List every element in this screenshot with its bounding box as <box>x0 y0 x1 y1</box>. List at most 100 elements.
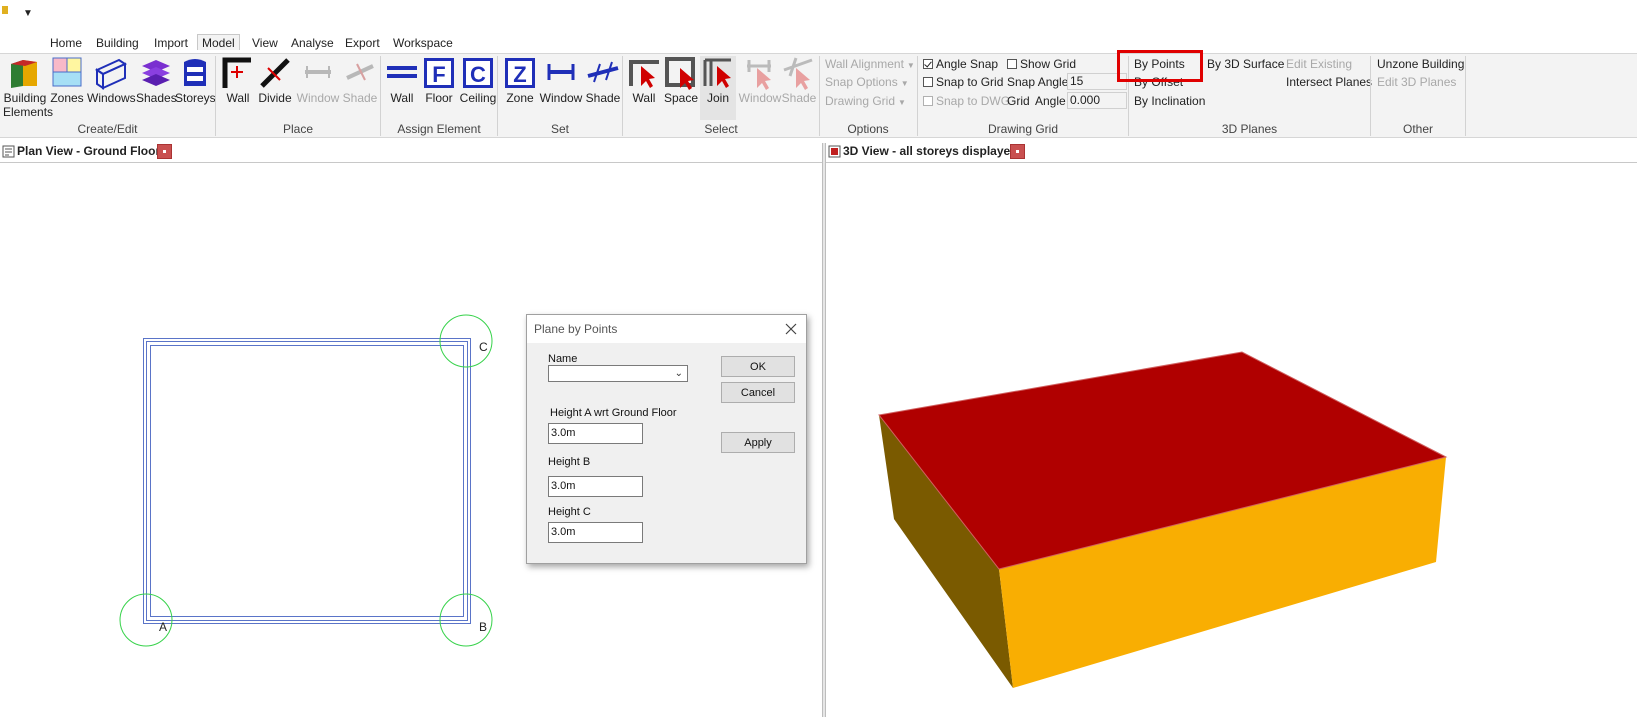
checkbox-icon <box>923 77 933 87</box>
app-icon <box>2 6 8 14</box>
height-b-input[interactable]: 3.0m <box>548 476 643 497</box>
show-grid-label: Show Grid <box>1020 57 1077 71</box>
place-wall-button[interactable]: Wall <box>220 56 256 105</box>
svg-text:C: C <box>470 62 486 87</box>
drawing-grid-dropdown[interactable]: Drawing Grid ▼ <box>825 94 906 108</box>
grid-angle-label: Angle <box>1035 94 1066 108</box>
chevron-down-icon: ▼ <box>906 61 915 70</box>
building-elements-icon <box>11 60 37 88</box>
point-b-label: B <box>479 620 488 634</box>
assign-ceiling-label: Ceiling <box>459 91 497 105</box>
shades-button[interactable]: Shades <box>136 56 177 105</box>
zones-label: Zones <box>50 91 84 105</box>
3d-view-icon <box>828 145 841 158</box>
by-3d-surface-button[interactable]: By 3D Surface <box>1207 57 1284 71</box>
snap-to-dwg-label: Snap to DWG <box>936 94 1011 108</box>
plan-view-tab[interactable]: Plan View - Ground Floor <box>0 143 175 161</box>
divide-label: Divide <box>258 91 292 105</box>
edit-3d-planes-button[interactable]: Edit 3D Planes <box>1377 75 1456 89</box>
menu-home[interactable]: Home <box>48 36 84 50</box>
zones-icon <box>52 57 82 87</box>
select-window-button[interactable]: Window <box>738 56 782 105</box>
cancel-button[interactable]: Cancel <box>721 382 795 403</box>
divide-button[interactable]: Divide <box>256 56 294 105</box>
wall-alignment-label: Wall Alignment <box>825 57 904 71</box>
name-label: Name <box>548 353 578 365</box>
select-window-icon <box>747 60 771 90</box>
menu-building[interactable]: Building <box>94 36 141 50</box>
menu-analyse[interactable]: Analyse <box>289 36 336 50</box>
set-window-button[interactable]: Window <box>538 56 584 105</box>
snap-to-dwg-checkbox[interactable]: Snap to DWG <box>923 94 1010 108</box>
place-shade-label: Shade <box>342 91 378 105</box>
plane-by-points-dialog: Plane by Points Name ⌄ Height A wrt Grou… <box>526 314 807 564</box>
by-points-highlight <box>1117 50 1203 82</box>
place-wall-label: Wall <box>226 91 250 105</box>
group-label-select: Select <box>704 122 738 136</box>
ribbon: Building Elements Zones Windows Shades S… <box>0 53 1637 138</box>
snap-to-grid-checkbox[interactable]: Snap to Grid <box>923 75 1003 89</box>
name-dropdown[interactable]: ⌄ <box>548 365 688 382</box>
unzone-building-button[interactable]: Unzone Building <box>1377 57 1464 71</box>
windows-button[interactable]: Windows <box>87 56 136 105</box>
point-a-label: A <box>159 620 168 634</box>
menu-import[interactable]: Import <box>152 36 190 50</box>
select-space-button[interactable]: Space <box>662 56 700 105</box>
set-zone-label: Zone <box>506 91 534 105</box>
assign-ceiling-button[interactable]: C Ceiling <box>458 56 498 105</box>
select-shade-button[interactable]: Shade <box>780 56 818 105</box>
snap-options-dropdown[interactable]: Snap Options ▼ <box>825 75 909 89</box>
menu-export[interactable]: Export <box>343 36 382 50</box>
select-wall-button[interactable]: Wall <box>626 56 662 105</box>
3d-view-canvas[interactable] <box>826 162 1637 717</box>
storeys-button[interactable]: Storeys <box>175 56 216 105</box>
menu-model[interactable]: Model <box>197 34 240 50</box>
place-shade-button[interactable]: Shade <box>340 56 380 105</box>
set-zone-button[interactable]: Z Zone <box>502 56 538 105</box>
3d-view-tab[interactable]: 3D View - all storeys displayed <box>826 143 1026 161</box>
select-wall-icon <box>629 60 659 88</box>
quick-access-dropdown-icon[interactable]: ▼ <box>23 8 33 19</box>
height-c-input[interactable]: 3.0m <box>548 522 643 543</box>
assign-wall-button[interactable]: Wall <box>384 56 420 105</box>
place-shade-icon <box>346 63 374 81</box>
place-window-button[interactable]: Window <box>296 56 340 105</box>
checkbox-icon <box>923 96 933 106</box>
windows-icon <box>94 58 128 90</box>
close-icon[interactable] <box>784 322 798 336</box>
grid-angle-input[interactable]: 0.000 <box>1067 92 1127 109</box>
menu-view[interactable]: View <box>250 36 280 50</box>
building-elements-button[interactable]: Building Elements <box>3 56 53 119</box>
group-separator <box>1465 56 1466 136</box>
by-inclination-button[interactable]: By Inclination <box>1134 94 1205 108</box>
ok-button[interactable]: OK <box>721 356 795 377</box>
svg-text:Z: Z <box>513 62 526 87</box>
edit-existing-button[interactable]: Edit Existing <box>1286 57 1352 71</box>
snap-to-grid-label: Snap to Grid <box>936 75 1004 89</box>
close-3d-view-icon[interactable] <box>1010 144 1025 159</box>
join-label: Join <box>706 91 729 105</box>
height-a-input[interactable]: 3.0m <box>548 423 643 444</box>
apply-button[interactable]: Apply <box>721 432 795 453</box>
close-plan-view-icon[interactable] <box>157 144 172 159</box>
title-bar: ▼ <box>0 0 1637 34</box>
grid-label: Grid <box>1007 94 1030 108</box>
assign-floor-button[interactable]: F Floor <box>422 56 456 105</box>
menu-workspace[interactable]: Workspace <box>391 36 455 50</box>
join-button[interactable]: Join <box>700 56 736 120</box>
angle-snap-label: Angle Snap <box>936 57 999 71</box>
angle-snap-checkbox[interactable]: Angle Snap <box>923 57 998 71</box>
wall-alignment-dropdown[interactable]: Wall Alignment ▼ <box>825 57 915 71</box>
set-window-icon <box>547 64 575 80</box>
intersect-planes-button[interactable]: Intersect Planes <box>1286 75 1372 89</box>
snap-options-label: Snap Options <box>825 75 898 89</box>
group-label-drawing-grid: Drawing Grid <box>987 122 1059 136</box>
set-window-label: Window <box>539 91 583 105</box>
set-shade-button[interactable]: Shade <box>584 56 622 105</box>
snap-angle-label: Snap Angle <box>1007 75 1069 89</box>
assign-wall-icon <box>387 66 417 78</box>
assign-wall-label: Wall <box>390 91 414 105</box>
show-grid-checkbox[interactable]: Show Grid <box>1007 57 1076 71</box>
assign-floor-label: Floor <box>425 91 453 105</box>
zones-button[interactable]: Zones <box>50 56 84 105</box>
